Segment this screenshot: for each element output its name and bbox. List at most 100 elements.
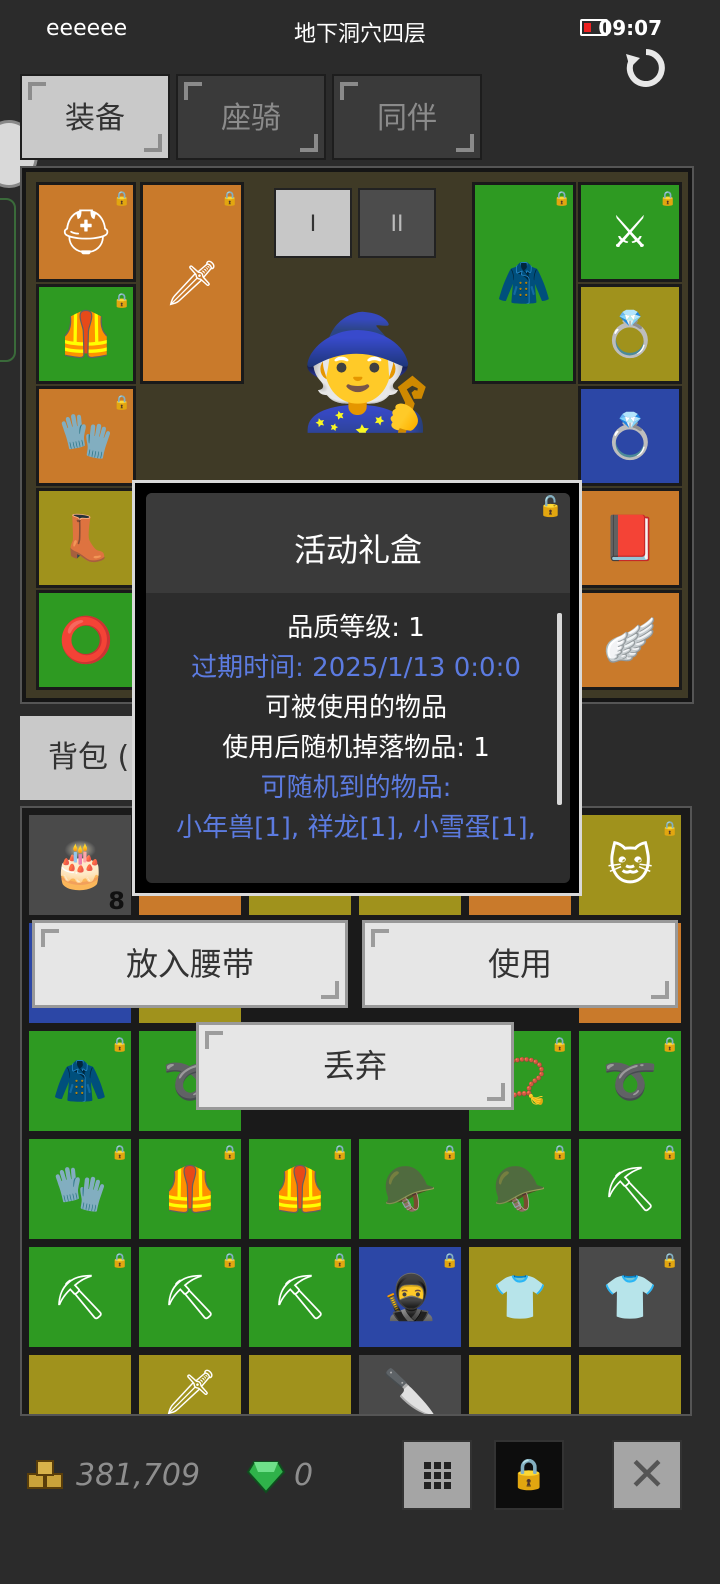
lock-icon: 🔒 [441,1145,459,1161]
lock-icon: 🔒 [331,1145,349,1161]
put-in-belt-button[interactable]: 放入腰带 [32,920,348,1008]
inventory-slot[interactable]: 🧥 🔒 [26,1028,134,1134]
tab-label: 装备 [65,101,125,136]
sword-icon: 🗡 [162,1367,218,1416]
description-scrollbar[interactable] [557,613,562,805]
loadout-one-button[interactable]: I [274,188,352,258]
lock-icon: 🔒 [551,1145,569,1161]
random-drop-line: 使用后随机掉落物品: 1 [222,733,490,763]
lock-icon: 🔒 [111,1037,129,1053]
tab-label: 座骑 [221,101,281,136]
belt-icon: ⭕ [58,615,114,666]
tab-companion[interactable]: 同伴 [332,74,482,160]
inventory-slot[interactable]: ⛏ 🔒 [26,1244,134,1350]
lock-icon: 🔒 [661,821,679,837]
inventory-slot[interactable]: 🦺 🔒 [246,1136,354,1242]
lock-icon: 🔒 [553,191,571,207]
discard-button[interactable]: 丢弃 [196,1022,514,1110]
inventory-grid: 🎂 8 🐱 🔒 🧥 🔒 ➰ 📿 🔒 ➰ 🔒 🧤 🔒 🦺 🔒 🦺 🔒 🪖 🔒 🪖 🔒 ⛏ 🔒 ⛏ 🔒 ⛏ 🔒… [20,806,692,1416]
boots-slot[interactable]: 👢 [36,488,136,588]
sort-grid-button[interactable] [402,1440,472,1510]
possible-items-list: 小年兽[1], 祥龙[1], 小雪蛋[1], [176,813,536,843]
belt-slot[interactable]: ⭕ [36,590,136,690]
item-description: 品质等级: 1 过期时间: 2025/1/13 0:0:0 可被使用的物品 使用… [150,608,562,848]
status-bar: eeeeee 地下洞穴四层 09:07 [0,0,720,60]
inventory-slot[interactable]: 🦺 🔒 [136,1136,244,1242]
inventory-slot[interactable]: 👕 🔒 [576,1244,684,1350]
helmet-slot[interactable]: ⛑ 🔒 [36,182,136,282]
ring2-slot[interactable]: 💍 [578,386,682,486]
wings-slot[interactable]: 🪽 [578,590,682,690]
weapon-slot[interactable]: 🗡 🔒 [140,182,244,384]
cloak-icon: 🧥 [496,258,552,309]
use-button[interactable]: 使用 [362,920,678,1008]
refresh-icon[interactable] [624,46,668,90]
ring-icon: 💍 [602,411,658,462]
quality-level-line: 品质等级: 1 [287,613,425,643]
inventory-slot[interactable]: 👕 [466,1244,574,1350]
lock-icon: 🔒 [221,1253,239,1269]
gloves-slot[interactable]: 🧤 🔒 [36,386,136,486]
usable-item-line: 可被使用的物品 [264,693,447,723]
necklace-slot[interactable]: ⚔ 🔒 [578,182,682,282]
item-name: 活动礼盒 [293,531,422,569]
inventory-slot[interactable]: 🪖 🔒 [466,1136,574,1242]
lock-toggle-button[interactable]: 🔒 [494,1440,564,1510]
inventory-slot[interactable]: ➰ 🔒 [576,1028,684,1134]
floating-side-bar[interactable] [0,198,16,362]
inventory-slot[interactable]: 🪖 🔒 [356,1136,464,1242]
inventory-slot[interactable]: 🧤 🔒 [26,1136,134,1242]
inventory-slot[interactable]: ⛏ 🔒 [246,1244,354,1350]
gem-amount: 0 [294,1458,314,1493]
lock-icon: 🔒 [510,1457,548,1492]
inventory-slot[interactable]: ⛏ 🔒 [576,1136,684,1242]
inventory-slot[interactable] [576,1352,684,1414]
gold-icon [27,1460,63,1489]
lock-icon: 🔒 [111,1253,129,1269]
lock-icon: 🔒 [661,1037,679,1053]
character-avatar: 🧙 [297,307,435,436]
item-count: 8 [108,887,125,915]
bag-tab-label: 背包 ( [48,740,130,775]
lock-icon: 🔒 [111,1145,129,1161]
lock-icon: 🔒 [113,191,131,207]
cloak-slot[interactable]: 🧥 🔒 [472,182,576,384]
tab-mount[interactable]: 座骑 [176,74,326,160]
ring-icon: 💍 [602,309,658,360]
inventory-slot[interactable]: 🔪 [356,1352,464,1416]
lock-icon: 🔒 [659,191,677,207]
inventory-slot[interactable] [26,1352,134,1414]
unlock-icon[interactable]: 🔓 [538,494,568,518]
use-label: 使用 [487,945,552,983]
sword-icon: 🗡 [164,258,220,309]
loadout-two-button[interactable]: II [358,188,436,258]
book-icon: 📕 [602,513,658,564]
put-in-belt-label: 放入腰带 [125,945,254,983]
possible-items-heading: 可随机到的物品: [260,773,452,803]
close-icon: ✕ [627,1447,667,1501]
inventory-slot[interactable]: 🐱 🔒 [576,812,684,918]
inventory-slot[interactable] [246,1352,354,1414]
inventory-slot[interactable]: 🗡 [136,1352,244,1416]
armor-slot[interactable]: 🦺 🔒 [36,284,136,384]
close-button[interactable]: ✕ [612,1440,682,1510]
lock-icon: 🔒 [661,1253,679,1269]
wings-icon: 🪽 [602,615,658,666]
ring1-slot[interactable]: 💍 [578,284,682,384]
inventory-slot[interactable] [466,1352,574,1414]
dagger-icon: 🔪 [382,1367,438,1416]
inventory-slot[interactable]: 🎂 8 [26,812,134,918]
inventory-slot[interactable]: 🥷 🔒 [356,1244,464,1350]
discard-label: 丢弃 [322,1047,387,1085]
book-slot[interactable]: 📕 [578,488,682,588]
boots-icon: 👢 [58,513,114,564]
clock-time: 09:07 [598,16,662,40]
lock-icon: 🔒 [661,1145,679,1161]
inventory-slot[interactable]: ⛏ 🔒 [136,1244,244,1350]
tab-label: 同伴 [377,101,437,136]
lock-icon: 🔒 [113,293,131,309]
tab-equipment[interactable]: 装备 [20,74,170,160]
lock-icon: 🔒 [221,1145,239,1161]
expiry-time-line: 过期时间: 2025/1/13 0:0:0 [191,653,521,683]
gem-icon [246,1461,286,1494]
